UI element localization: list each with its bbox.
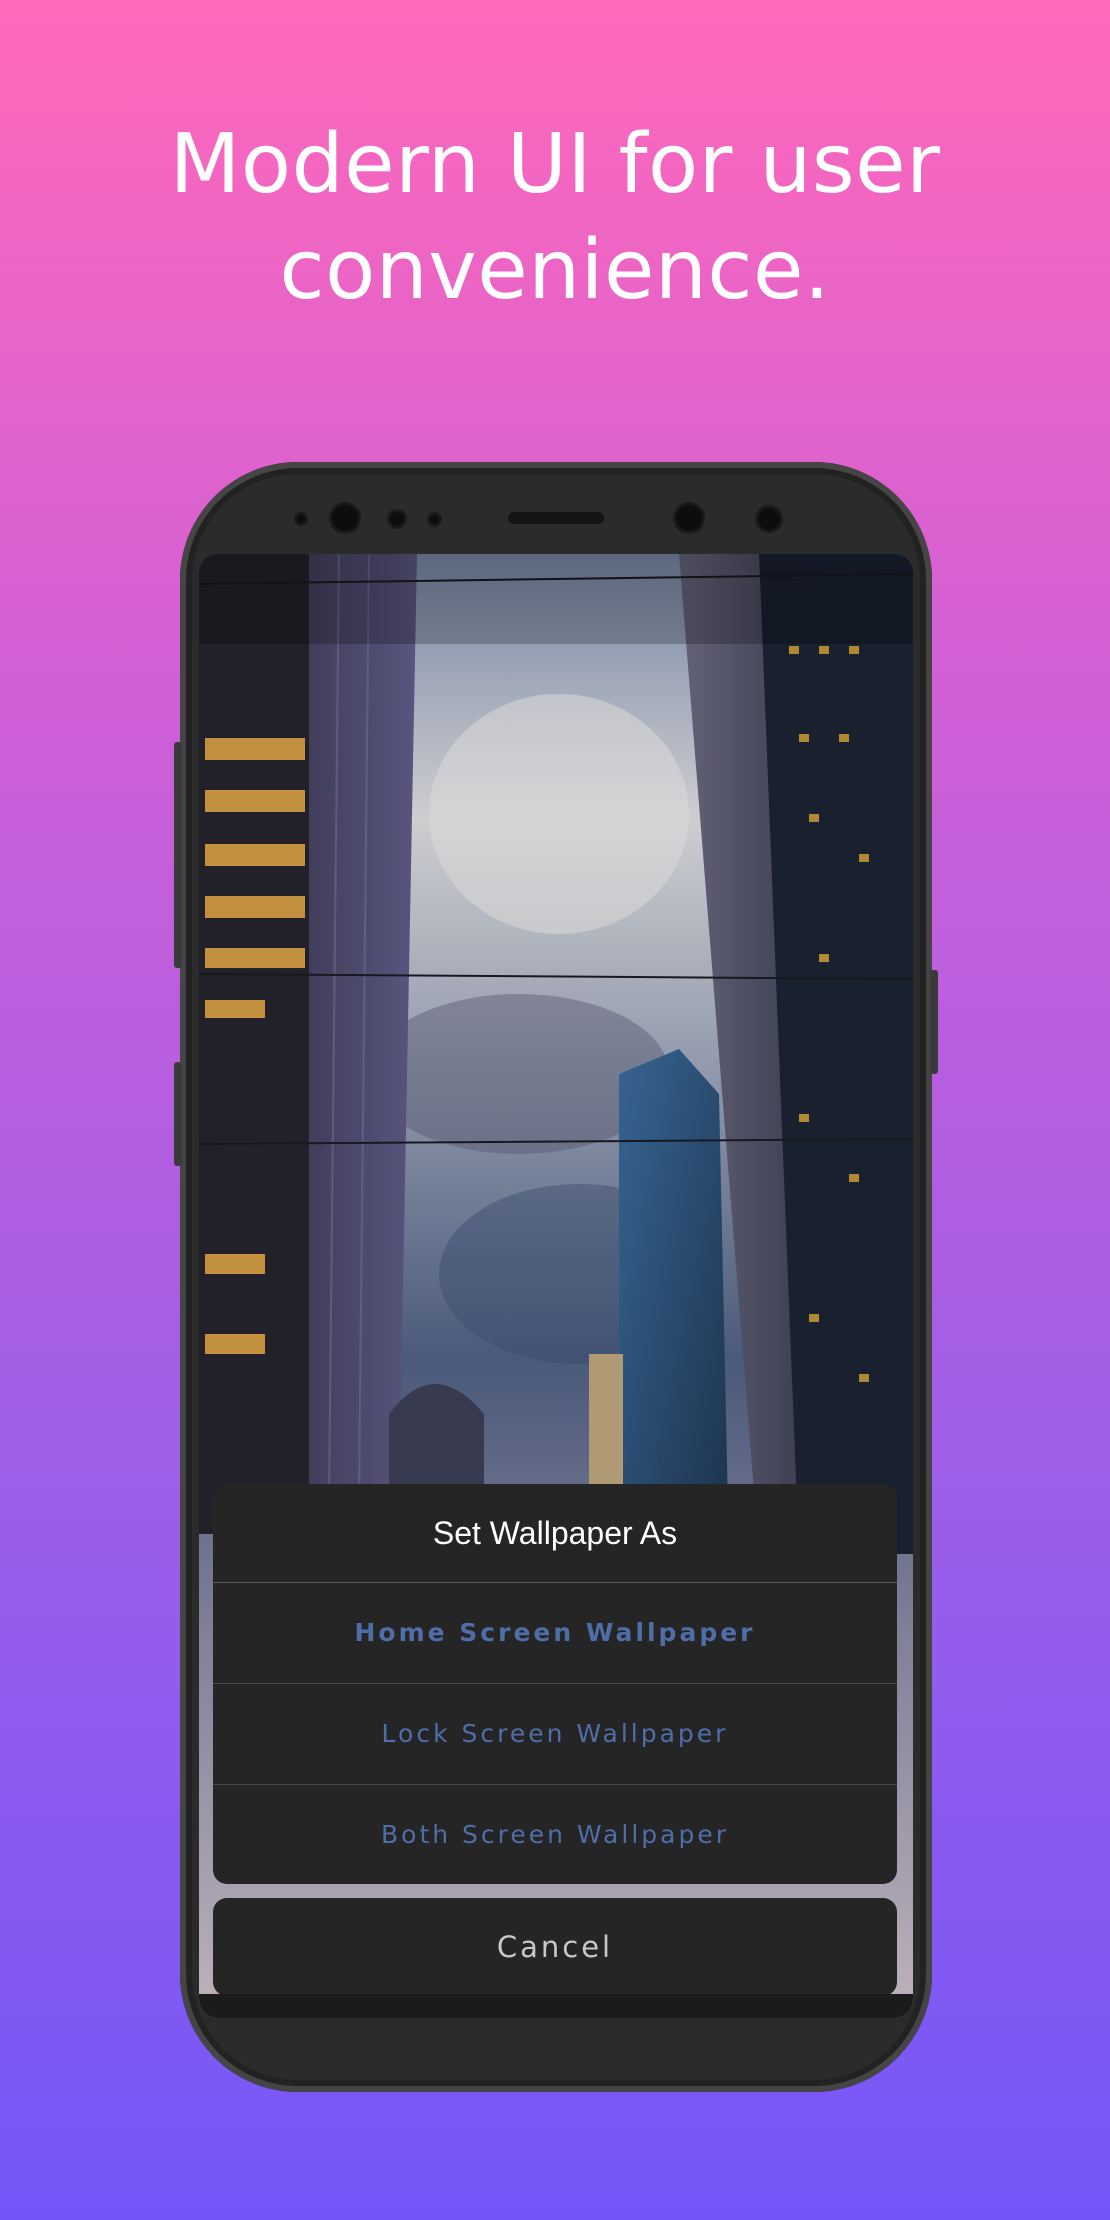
sensor-dot-icon	[297, 515, 305, 523]
front-camera-icon	[332, 505, 358, 531]
phone-mockup: Set Wallpaper As Home Screen Wallpaper L…	[174, 462, 938, 2092]
headline: Modern UI for user convenience.	[0, 112, 1110, 324]
sensor-dot-icon	[430, 515, 439, 524]
cancel-button[interactable]: Cancel	[213, 1898, 897, 1996]
phone-power-button	[930, 970, 938, 1074]
sensor-icon	[390, 512, 404, 526]
phone-top-bezel	[180, 462, 932, 554]
lock-screen-wallpaper-button[interactable]: Lock Screen Wallpaper	[213, 1684, 897, 1785]
dialog-title: Set Wallpaper As	[213, 1484, 897, 1583]
screen-bottom-strip	[199, 1994, 913, 2018]
phone-screen: Set Wallpaper As Home Screen Wallpaper L…	[199, 554, 913, 2018]
set-wallpaper-dialog: Set Wallpaper As Home Screen Wallpaper L…	[213, 1484, 897, 1884]
phone-volume-up-button	[174, 742, 182, 968]
earpiece-speaker	[508, 512, 604, 524]
iris-scanner-icon	[676, 505, 702, 531]
phone-volume-down-button	[174, 1062, 182, 1166]
proximity-sensor-icon	[758, 508, 780, 530]
headline-line-1: Modern UI for user	[169, 117, 941, 212]
headline-line-2: convenience.	[279, 223, 831, 318]
home-screen-wallpaper-button[interactable]: Home Screen Wallpaper	[213, 1583, 897, 1684]
both-screen-wallpaper-button[interactable]: Both Screen Wallpaper	[213, 1785, 897, 1884]
